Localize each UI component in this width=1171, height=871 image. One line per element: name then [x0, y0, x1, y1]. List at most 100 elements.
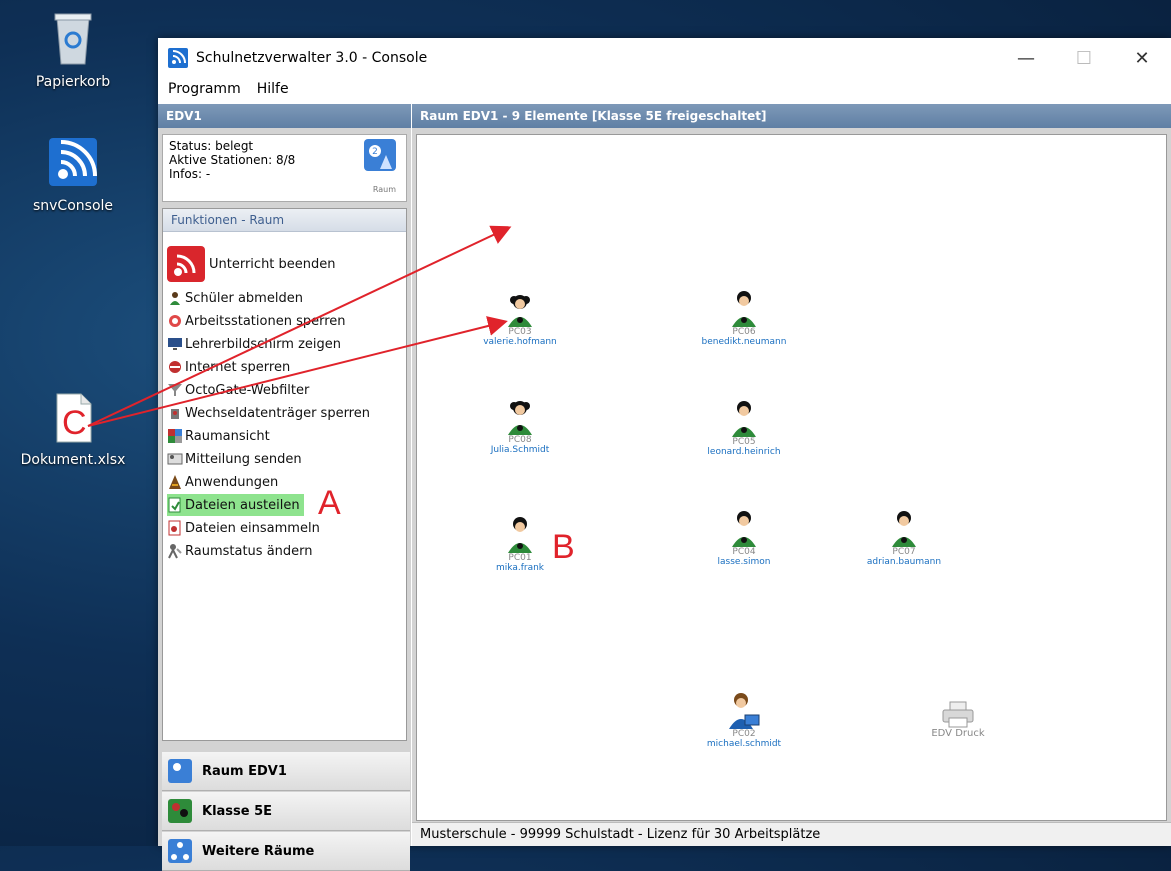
station-pc02[interactable]: PC02 michael.schmidt — [689, 691, 799, 749]
func-wechseldatentraeger-sperren[interactable]: Wechseldatenträger sperren — [167, 402, 370, 424]
annotation-c: C — [62, 404, 87, 442]
svg-text:2: 2 — [372, 147, 378, 157]
distribute-files-icon — [168, 497, 181, 513]
teacher-icon — [729, 693, 760, 729]
func-label: Raumstatus ändern — [185, 543, 313, 559]
station-user-label: lasse.simon — [717, 557, 771, 567]
printer-icon — [942, 701, 974, 728]
nav-weitere-raeume[interactable]: Weitere Räume — [162, 832, 410, 871]
snvconsole-label: snvConsole — [32, 198, 114, 214]
close-button[interactable]: ✕ — [1113, 38, 1171, 78]
func-label: Mitteilung senden — [185, 451, 302, 467]
desktop-icon-snvconsole[interactable]: snvConsole — [18, 134, 128, 214]
func-raumstatus-aendern[interactable]: Raumstatus ändern — [167, 540, 313, 562]
func-raumansicht[interactable]: Raumansicht — [167, 425, 270, 447]
functions-panel: Funktionen - Raum Unterricht beenden Sch… — [162, 208, 407, 741]
snv-app-icon — [49, 138, 97, 186]
minimize-button[interactable]: — — [997, 38, 1055, 78]
room-view-icon — [168, 429, 182, 443]
station-pc04[interactable]: PC04 lasse.simon — [689, 509, 799, 567]
nav-raum-edv1[interactable]: Raum EDV1 — [162, 752, 410, 791]
station-pc-label: PC07 — [892, 547, 916, 557]
student-female-icon — [508, 401, 532, 435]
func-internet-sperren[interactable]: Internet sperren — [167, 356, 290, 378]
infos-line: Infos: - — [169, 167, 211, 181]
recycle-bin-icon — [54, 13, 92, 65]
func-unterricht-beenden[interactable]: Unterricht beenden — [167, 245, 336, 283]
printer-label: EDV Druck — [931, 728, 985, 739]
room-status-box: Status: belegt Aktive Stationen: 8/8 Inf… — [162, 134, 407, 202]
network-icon — [168, 839, 192, 863]
room-icon — [168, 759, 192, 783]
func-label: Arbeitsstationen sperren — [185, 313, 346, 329]
active-stations-line: Aktive Stationen: 8/8 — [169, 153, 296, 167]
message-icon — [167, 453, 183, 465]
nav-klasse-5e[interactable]: Klasse 5E — [162, 792, 410, 831]
room-icon-caption: Raum — [372, 185, 396, 194]
station-user-label: valerie.hofmann — [483, 337, 557, 347]
station-printer[interactable]: EDV Druck — [903, 701, 1013, 739]
station-user-label: adrian.baumann — [866, 557, 942, 567]
status-bar: Musterschule - 99999 Schulstadt - Lizenz… — [412, 822, 1171, 846]
station-pc-label: PC05 — [732, 437, 756, 447]
station-pc05[interactable]: PC05 leonard.heinrich — [689, 399, 799, 457]
station-pc-label: PC08 — [508, 435, 532, 445]
func-label: Dateien austeilen — [185, 497, 300, 513]
menu-programm[interactable]: Programm — [168, 81, 241, 97]
station-pc-label: PC06 — [732, 327, 756, 337]
class-icon — [168, 799, 192, 823]
func-octogate-webfilter[interactable]: OctoGate-Webfilter — [167, 379, 309, 401]
student-icon — [732, 291, 756, 327]
station-pc08[interactable]: PC08 Julia.Schmidt — [465, 399, 575, 455]
station-pc06[interactable]: PC06 benedikt.neumann — [689, 289, 799, 347]
monitor-icon — [168, 338, 182, 350]
desktop-icon-recycle-bin[interactable]: Papierkorb — [18, 10, 128, 90]
room-canvas[interactable]: PC03 valerie.hofmann PC06 benedikt.neuma… — [416, 134, 1167, 821]
func-label: Raumansicht — [185, 428, 270, 444]
left-pane-header: EDV1 — [158, 104, 411, 128]
func-anwendungen[interactable]: Anwendungen — [167, 471, 278, 493]
room-icon: 2 — [364, 139, 396, 171]
menu-hilfe[interactable]: Hilfe — [257, 81, 289, 97]
func-lehrerbildschirm-zeigen[interactable]: Lehrerbildschirm zeigen — [167, 333, 341, 355]
func-label: Internet sperren — [185, 359, 291, 375]
station-user-label: leonard.heinrich — [707, 447, 781, 457]
func-mitteilung-senden[interactable]: Mitteilung senden — [167, 448, 302, 470]
functions-header: Funktionen - Raum — [163, 209, 406, 232]
left-pane: EDV1 Status: belegt Aktive Stationen: 8/… — [158, 104, 411, 871]
usb-lock-icon — [171, 409, 179, 419]
right-pane: Raum EDV1 - 9 Elemente [Klasse 5E freige… — [412, 104, 1171, 846]
station-pc07[interactable]: PC07 adrian.baumann — [849, 509, 959, 567]
station-user-label: benedikt.neumann — [701, 337, 787, 347]
func-dateien-austeilen[interactable]: Dateien austeilen — [167, 494, 304, 516]
station-user-label: michael.schmidt — [706, 739, 782, 749]
student-icon — [732, 401, 756, 437]
station-pc-label: PC03 — [508, 327, 532, 337]
student-icon — [732, 511, 756, 547]
func-label: Unterricht beenden — [209, 256, 336, 272]
func-dateien-einsammeln[interactable]: Dateien einsammeln — [167, 517, 320, 539]
student-female-icon — [508, 295, 532, 327]
title-bar[interactable]: Schulnetzverwalter 3.0 - Console — ☐ ✕ — [158, 38, 1171, 78]
func-schueler-abmelden[interactable]: Schüler abmelden — [167, 287, 303, 309]
func-label: Wechseldatenträger sperren — [185, 405, 370, 421]
window-controls: — ☐ ✕ — [997, 38, 1171, 78]
station-pc-label: PC02 — [732, 729, 756, 739]
end-lesson-icon — [167, 246, 205, 282]
app-window: Schulnetzverwalter 3.0 - Console — ☐ ✕ P… — [158, 38, 1171, 871]
func-label: Dateien einsammeln — [185, 520, 320, 536]
filter-icon — [168, 384, 182, 396]
station-pc03[interactable]: PC03 valerie.hofmann — [465, 293, 575, 347]
status-line: Status: belegt — [169, 139, 254, 153]
student-icon — [892, 511, 916, 547]
user-logout-icon — [170, 292, 180, 305]
annotation-a: A — [318, 484, 341, 522]
func-label: Lehrerbildschirm zeigen — [185, 336, 341, 352]
func-label: Anwendungen — [185, 474, 279, 490]
annotation-b: B — [552, 528, 575, 566]
applications-icon — [169, 475, 181, 489]
func-arbeitsstationen-sperren[interactable]: Arbeitsstationen sperren — [167, 310, 346, 332]
maximize-button[interactable]: ☐ — [1055, 38, 1113, 78]
nav-label: Raum EDV1 — [202, 763, 287, 779]
func-label: OctoGate-Webfilter — [185, 382, 310, 398]
